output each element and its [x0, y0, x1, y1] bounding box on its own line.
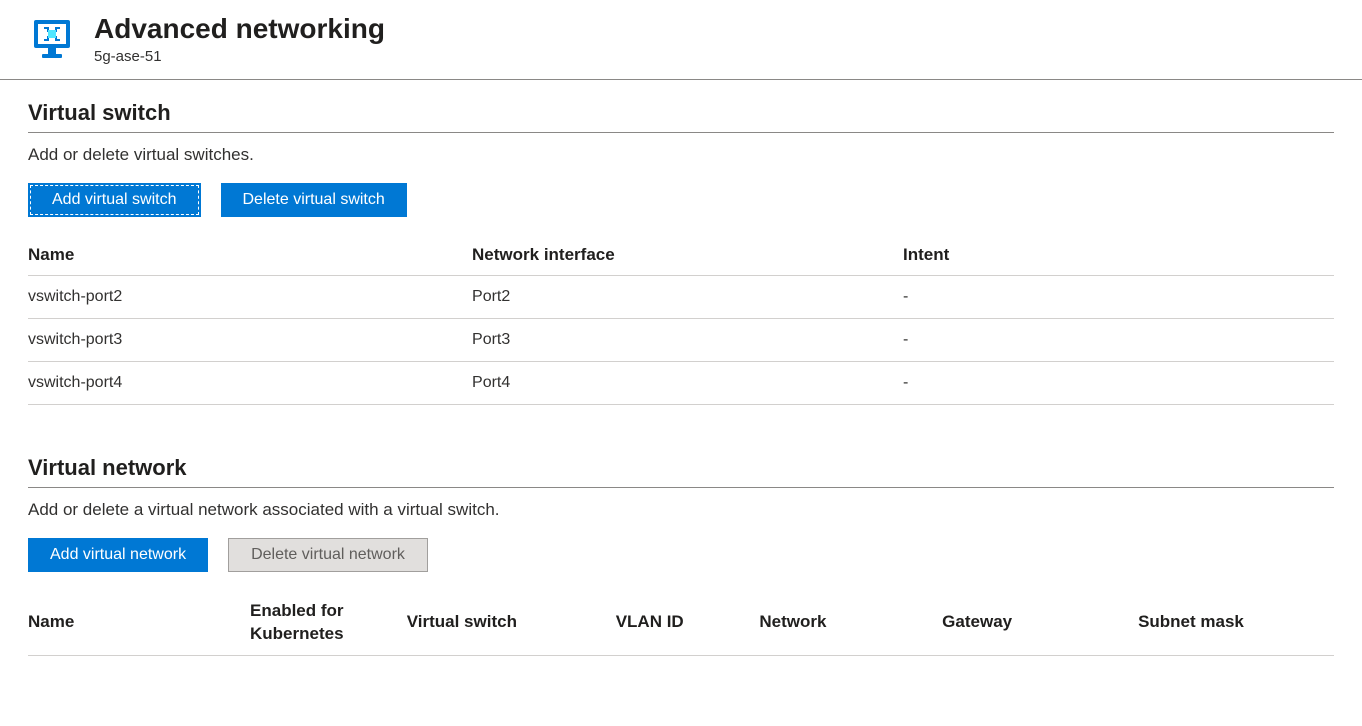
column-network-interface[interactable]: Network interface: [472, 235, 903, 276]
virtual-switch-section: Virtual switch Add or delete virtual swi…: [28, 100, 1334, 405]
table-row[interactable]: vswitch-port2 Port2 -: [28, 275, 1334, 318]
virtual-switch-title: Virtual switch: [28, 100, 1334, 133]
header-titles: Advanced networking 5g-ase-51: [94, 12, 385, 65]
column-vlan-id[interactable]: VLAN ID: [616, 590, 760, 656]
page-title: Advanced networking: [94, 12, 385, 46]
column-name[interactable]: Name: [28, 235, 472, 276]
virtual-network-title: Virtual network: [28, 455, 1334, 488]
virtual-network-buttons: Add virtual network Delete virtual netwo…: [28, 538, 1334, 572]
virtual-network-description: Add or delete a virtual network associat…: [28, 500, 1334, 520]
cell-intent: -: [903, 275, 1334, 318]
cell-intent: -: [903, 318, 1334, 361]
cell-intent: -: [903, 361, 1334, 404]
column-network[interactable]: Network: [759, 590, 942, 656]
table-row[interactable]: vswitch-port4 Port4 -: [28, 361, 1334, 404]
column-enabled-kubernetes[interactable]: Enabled for Kubernetes: [250, 590, 407, 656]
column-gateway[interactable]: Gateway: [942, 590, 1138, 656]
delete-virtual-network-button: Delete virtual network: [228, 538, 428, 572]
virtual-switch-buttons: Add virtual switch Delete virtual switch: [28, 183, 1334, 217]
cell-name: vswitch-port4: [28, 361, 472, 404]
virtual-network-section: Virtual network Add or delete a virtual …: [28, 455, 1334, 657]
page-header: Advanced networking 5g-ase-51: [0, 0, 1362, 80]
add-virtual-network-button[interactable]: Add virtual network: [28, 538, 208, 572]
cell-name: vswitch-port2: [28, 275, 472, 318]
add-virtual-switch-button[interactable]: Add virtual switch: [28, 183, 201, 217]
page-content: Virtual switch Add or delete virtual swi…: [0, 80, 1362, 726]
virtual-network-table: Name Enabled for Kubernetes Virtual swit…: [28, 590, 1334, 657]
delete-virtual-switch-button[interactable]: Delete virtual switch: [221, 183, 407, 217]
cell-interface: Port4: [472, 361, 903, 404]
virtual-switch-description: Add or delete virtual switches.: [28, 145, 1334, 165]
page-subtitle: 5g-ase-51: [94, 48, 385, 65]
column-name[interactable]: Name: [28, 590, 250, 656]
cell-name: vswitch-port3: [28, 318, 472, 361]
cell-interface: Port2: [472, 275, 903, 318]
column-subnet-mask[interactable]: Subnet mask: [1138, 590, 1334, 656]
column-virtual-switch[interactable]: Virtual switch: [407, 590, 616, 656]
cell-interface: Port3: [472, 318, 903, 361]
column-intent[interactable]: Intent: [903, 235, 1334, 276]
table-row[interactable]: vswitch-port3 Port3 -: [28, 318, 1334, 361]
virtual-switch-table: Name Network interface Intent vswitch-po…: [28, 235, 1334, 405]
networking-icon: [28, 14, 76, 62]
table-header-row: Name Network interface Intent: [28, 235, 1334, 276]
table-header-row: Name Enabled for Kubernetes Virtual swit…: [28, 590, 1334, 656]
